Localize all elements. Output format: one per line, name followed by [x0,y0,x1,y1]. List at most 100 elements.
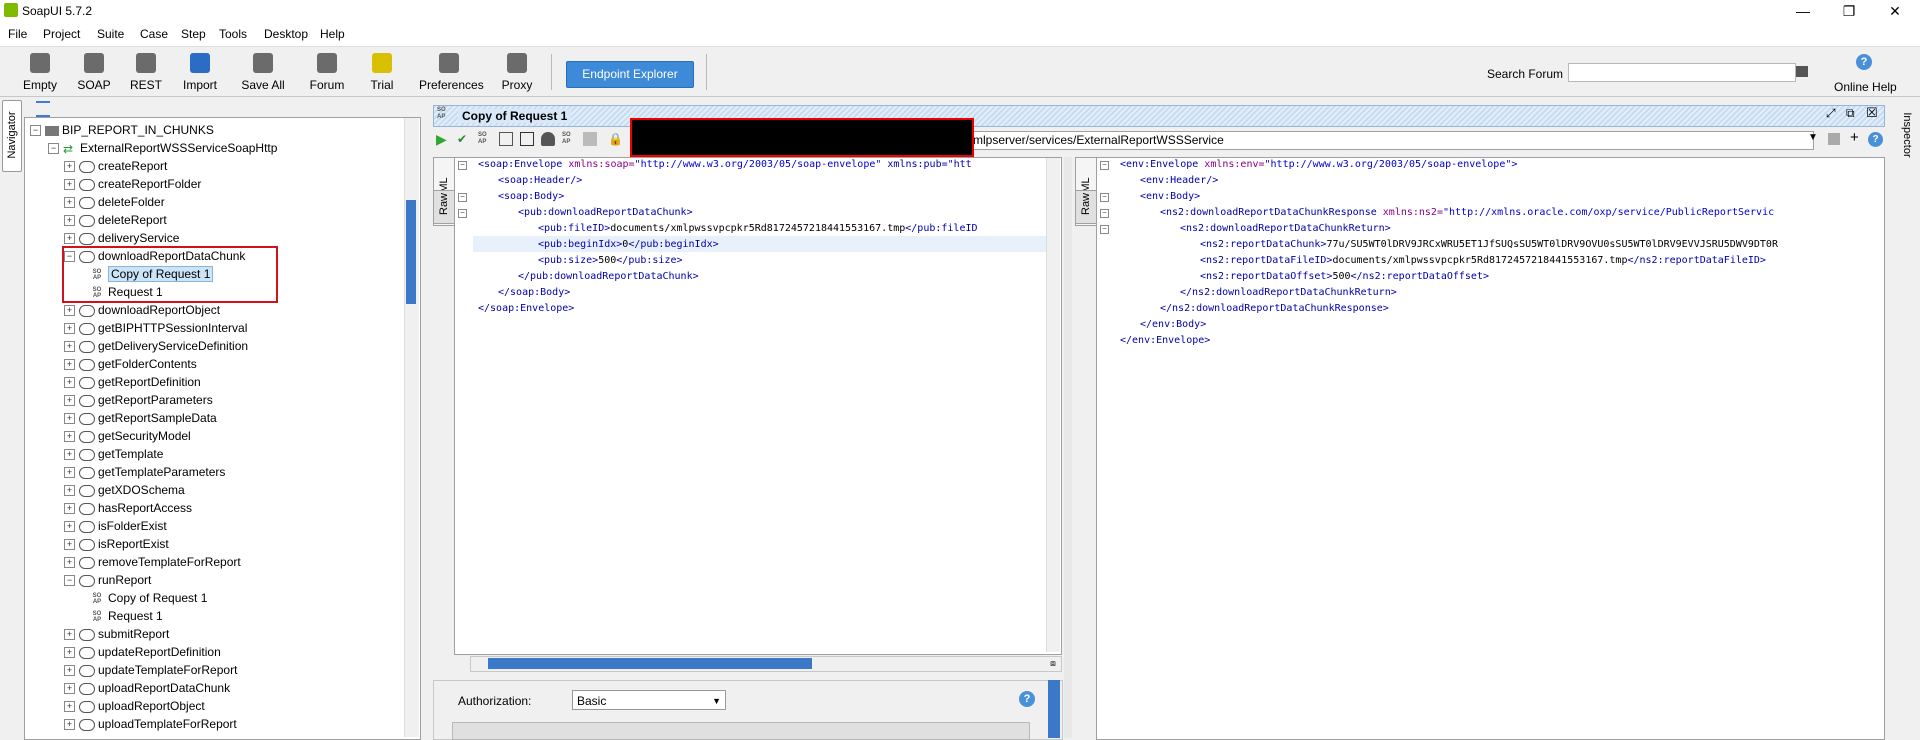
fold-icon[interactable]: − [458,161,467,170]
fold-icon[interactable]: − [1100,225,1109,234]
edit-endpoint-icon[interactable] [1828,133,1840,145]
fold-icon[interactable]: − [1100,193,1109,202]
request-vertical-scrollbar[interactable] [1046,158,1060,652]
user-icon[interactable] [541,132,555,146]
expand-icon[interactable]: + [64,341,75,353]
collapse-icon[interactable]: − [30,125,41,137]
expand-icon[interactable]: + [64,377,75,389]
expand-icon[interactable]: + [64,449,75,461]
expand-icon[interactable]: + [64,413,75,425]
request-horizontal-scrollbar-thumb[interactable] [488,658,812,669]
tree-operation-getDeliveryServiceDefinition[interactable]: + getDeliveryServiceDefinition [64,337,248,355]
empty-project-button[interactable]: Empty [12,51,68,95]
tree-operation-updateReportDefinition[interactable]: + updateReportDefinition [64,643,221,661]
calendar-icon[interactable] [1796,66,1808,77]
expand-icon[interactable]: + [64,215,75,227]
search-forum-input[interactable] [1568,63,1796,82]
authorization-select[interactable]: Basic ▼ [572,690,726,710]
request-xml-content[interactable]: <soap:Envelope xmlns:soap="http://www.w3… [458,157,1043,647]
tree-interface-node[interactable]: − ⇄ ExternalReportWSSServiceSoapHttp [48,139,277,157]
save-all-button[interactable]: Save All [235,51,291,95]
tree-operation-getTemplate[interactable]: + getTemplate [64,445,163,463]
tree-operation-hasReportAccess[interactable]: + hasReportAccess [64,499,192,517]
preferences-button[interactable]: Preferences [419,51,484,95]
menu-suite[interactable]: Suite [97,27,124,41]
tree-operation-updateTemplateForReport[interactable]: + updateTemplateForReport [64,661,237,679]
fold-icon[interactable]: − [458,209,467,218]
add-icon[interactable]: + [1850,129,1859,146]
tab-request-raw[interactable]: Raw [433,190,455,224]
tree-operation-createReport[interactable]: + createReport [64,157,167,175]
split-divider[interactable] [1064,157,1072,738]
tree-operation-deliveryService[interactable]: + deliveryService [64,229,179,247]
clone-request-icon[interactable]: SO AP [562,132,576,146]
tree-operation-runReport[interactable]: − runReport [64,571,151,589]
tree-project-node[interactable]: − BIP_REPORT_IN_CHUNKS [30,121,214,139]
tree-operation-uploadReportDataChunk[interactable]: + uploadReportDataChunk [64,679,230,697]
menu-file[interactable]: File [8,27,27,41]
close-editor-icon[interactable]: ☒ [1866,105,1878,121]
scroll-corner-icon[interactable]: ⧈ [1047,656,1059,670]
close-button[interactable]: ✕ [1872,0,1918,22]
chevron-down-icon[interactable]: ▼ [1808,132,1818,143]
menu-project[interactable]: Project [43,27,80,41]
tree-request-runReport-0[interactable]: SO AP Copy of Request 1 [84,589,208,607]
tab-response-raw[interactable]: Raw [1075,190,1097,224]
menu-step[interactable]: Step [181,27,206,41]
expand-icon[interactable]: + [64,719,75,731]
tree-operation-getReportDefinition[interactable]: + getReportDefinition [64,373,201,391]
soap-project-button[interactable]: SOAP [66,51,122,95]
endpoint-explorer-button[interactable]: Endpoint Explorer [566,61,694,88]
add-assertion-icon[interactable]: ✔ [457,132,471,146]
expand-icon[interactable]: + [64,629,75,641]
expand-icon[interactable]: + [64,701,75,713]
create-testcase-icon[interactable]: SO AP [478,132,492,146]
fold-icon[interactable]: − [458,193,467,202]
tree-operation-removeTemplateForReport[interactable]: + removeTemplateForReport [64,553,241,571]
tree-operation-submitReport[interactable]: + submitReport [64,625,169,643]
minimize-button[interactable]: — [1780,0,1826,22]
tree-operation-deleteReport[interactable]: + deleteReport [64,211,167,229]
tree-operation-getBIPHTTPSessionInterval[interactable]: + getBIPHTTPSessionInterval [64,319,247,337]
trial-button[interactable]: Trial [354,51,410,95]
maximize-editor-icon[interactable]: ⤢ [1826,106,1836,121]
forum-button[interactable]: Forum [299,51,355,95]
expand-icon[interactable]: + [64,467,75,479]
lock-icon[interactable]: 🔒 [608,132,623,146]
tree-scrollbar-thumb[interactable] [406,200,416,304]
tree-operation-uploadTemplateForReport[interactable]: + uploadTemplateForReport [64,715,237,733]
tree-operation-deleteFolder[interactable]: + deleteFolder [64,193,165,211]
rest-project-button[interactable]: REST [118,51,174,95]
endpoint-url-field[interactable]: xmlpserver/services/ExternalReportWSSSer… [964,131,1814,150]
authorization-help-icon[interactable]: ? [1019,691,1035,707]
detach-editor-icon[interactable]: ⧉ [1846,106,1855,121]
tree-view-icon[interactable] [36,101,50,117]
help-icon[interactable]: ? [1856,54,1872,70]
tree-request-runReport-1[interactable]: SO AP Request 1 [84,607,163,625]
proxy-button[interactable]: Proxy [489,51,545,95]
menu-tools[interactable]: Tools [219,27,247,41]
format-xml-icon[interactable] [499,132,513,146]
auth-scrollbar-thumb[interactable] [1048,680,1060,738]
expand-icon[interactable]: + [64,431,75,443]
fold-icon[interactable]: − [1100,161,1109,170]
expand-icon[interactable]: + [64,683,75,695]
expand-icon[interactable]: + [64,161,75,173]
tree-operation-getFolderContents[interactable]: + getFolderContents [64,355,197,373]
expand-icon[interactable]: + [64,323,75,335]
response-xml-content[interactable]: <env:Envelope xmlns:env="http://www.w3.o… [1100,157,1875,732]
tree-operation-downloadReportObject[interactable]: + downloadReportObject [64,301,220,319]
expand-icon[interactable]: + [64,395,75,407]
tree-operation-getReportParameters[interactable]: + getReportParameters [64,391,213,409]
tree-operation-getXDOSchema[interactable]: + getXDOSchema [64,481,185,499]
maximize-button[interactable]: ❐ [1826,0,1872,22]
expand-icon[interactable]: + [64,521,75,533]
online-help-label[interactable]: Online Help [1834,80,1897,94]
expand-icon[interactable]: + [64,539,75,551]
expand-icon[interactable]: + [64,485,75,497]
stop-icon[interactable] [520,132,534,146]
expand-icon[interactable]: + [64,503,75,515]
expand-icon[interactable]: + [64,233,75,245]
submit-request-icon[interactable]: ▶ [436,132,450,146]
expand-icon[interactable]: + [64,359,75,371]
